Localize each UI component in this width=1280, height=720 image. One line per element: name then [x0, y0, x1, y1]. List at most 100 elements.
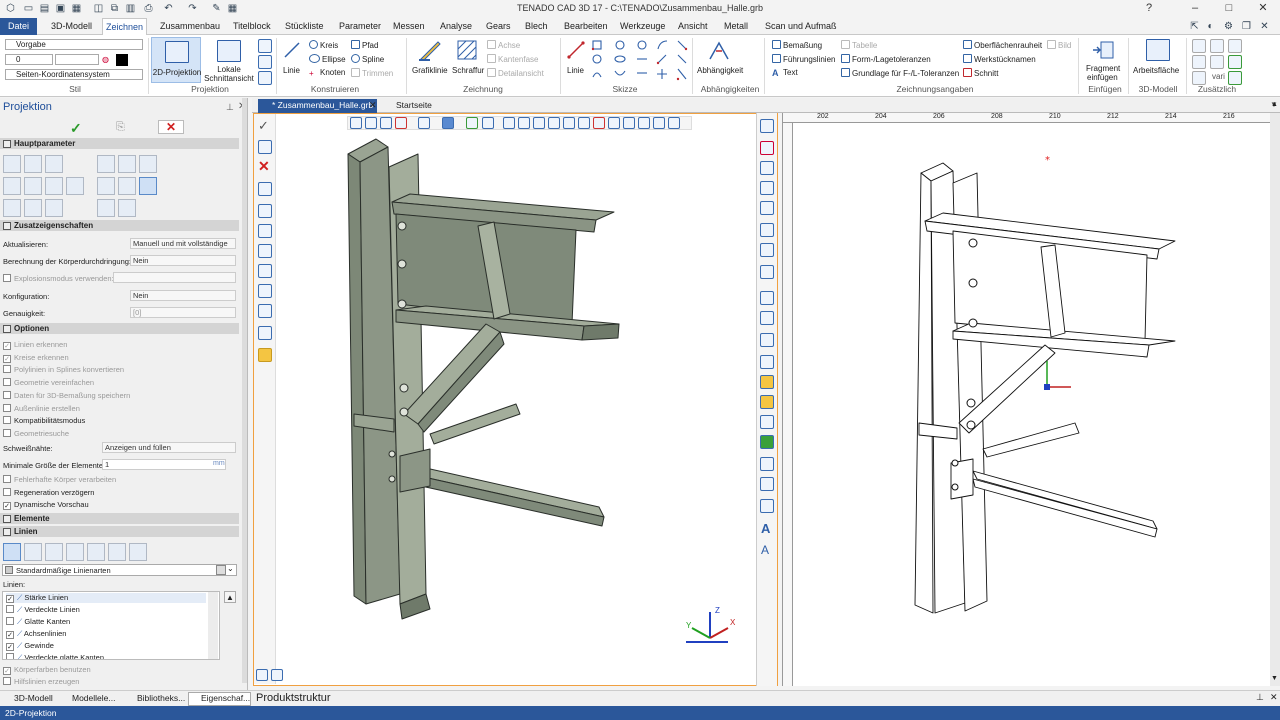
werkstuecknamen-button[interactable]: Werkstücknamen [963, 54, 1036, 64]
lines-tab-3-button[interactable] [45, 543, 63, 561]
proj-text-button[interactable] [139, 155, 157, 173]
view-back-button[interactable] [45, 177, 63, 195]
op-tool-7-icon[interactable] [258, 284, 272, 298]
extra-tool-7-icon[interactable] [1192, 71, 1206, 85]
pin-icon[interactable]: ⊥ [226, 102, 234, 113]
op-folder-icon[interactable] [258, 348, 272, 362]
proj-tool-1-icon[interactable] [258, 39, 272, 53]
doc-tab-zusammenbau[interactable]: * Zusammenbau_Halle.grb [258, 99, 378, 113]
prop-genauigkeit-input[interactable]: [0] [130, 307, 236, 318]
text-style-2-icon[interactable]: A [761, 543, 769, 557]
op-tool-1-icon[interactable] [258, 140, 272, 154]
tab-scan[interactable]: Scan und Aufmaß [762, 18, 840, 35]
spline-button[interactable]: Spline [351, 54, 384, 64]
view-top-button[interactable] [45, 155, 63, 173]
tab-analyse[interactable]: Analyse [437, 18, 475, 35]
lines-list[interactable]: ✓ ⟋ Stärke Linien ⟋ Verdeckte Linien ⟋ Glat… [2, 591, 220, 660]
linestyle-combo[interactable] [55, 54, 99, 65]
style-icon[interactable]: ◐ [1204, 20, 1217, 33]
viewport-3d[interactable]: ✓ ✕ Z X Y [253, 113, 778, 686]
close-button[interactable]: ✕ [1248, 0, 1278, 18]
view-tool-17-icon[interactable] [623, 117, 635, 129]
extra-tool-3-icon[interactable] [1228, 39, 1242, 53]
zoom-window-icon[interactable] [760, 181, 774, 195]
trimmen-button[interactable]: Trimmen [351, 68, 393, 78]
line-type-item[interactable]: ✓ ⟋ Achsenlinien [6, 629, 66, 639]
abhaengigkeit-button[interactable]: Abhängigkeit [697, 66, 743, 75]
extra-tool-4-icon[interactable] [1192, 55, 1206, 69]
line-type-item[interactable]: ⟋ Verdeckte Linien [6, 605, 80, 615]
fragment-button[interactable]: Fragment [1086, 64, 1120, 73]
prop-koerper-select[interactable]: Nein [130, 255, 236, 266]
option-checkbox[interactable]: Polylinien in Splines konvertieren [3, 365, 124, 374]
tab-blech[interactable]: Blech [522, 18, 551, 35]
bemassung-button[interactable]: Bemaßung [772, 40, 822, 50]
section-hauptparameter[interactable]: Hauptparameter [0, 138, 239, 149]
snap-tool-2-icon[interactable] [760, 223, 774, 237]
scroll-down-icon[interactable]: ▼ [1271, 675, 1278, 682]
option-checkbox[interactable]: Kompatibilitätsmodus [3, 416, 85, 425]
option-checkbox[interactable]: Geometrie vereinfachen [3, 378, 94, 387]
view-tool-19-icon[interactable] [653, 117, 665, 129]
view-tool-4-icon[interactable] [395, 117, 407, 129]
snap-tool-15-icon[interactable] [760, 499, 774, 513]
view-tool-9-icon[interactable] [503, 117, 515, 129]
section-linien[interactable]: Linien [0, 526, 239, 537]
snap-tool-11-icon[interactable] [760, 415, 774, 429]
zoom-icon[interactable] [760, 161, 774, 175]
option-checkbox[interactable]: Hilfslinien erzeugen [3, 677, 79, 686]
maximize-button[interactable]: □ [1214, 0, 1244, 18]
lines-tab-2-button[interactable] [24, 543, 42, 561]
snap-tool-3-icon[interactable] [760, 243, 774, 257]
tab-3d-modell-panel[interactable]: 3D-Modell [2, 693, 53, 703]
view-tool-16-icon[interactable] [608, 117, 620, 129]
snap-tool-5-icon[interactable] [760, 291, 774, 305]
doc-tab-startseite[interactable]: Startseite [382, 99, 436, 113]
projektion-2d-button[interactable]: 2D-Projektion [151, 37, 201, 83]
prop-aktualisieren-select[interactable]: Manuell und mit vollständige [130, 238, 236, 249]
snap-tool-4-icon[interactable] [760, 265, 774, 279]
view-bottom-button[interactable] [66, 177, 84, 195]
schnitt-button[interactable]: Schnitt [963, 68, 998, 78]
view-front-button[interactable] [24, 155, 42, 173]
zoom-all-icon[interactable] [760, 201, 774, 215]
view-iso3-button[interactable] [24, 199, 42, 217]
number-combo[interactable]: 0 [5, 54, 53, 65]
proj-option-3-button[interactable] [97, 199, 115, 217]
tab-messen[interactable]: Messen [390, 18, 428, 35]
tab-3d-modell[interactable]: 3D-Modell [48, 18, 95, 35]
view-tool-10-icon[interactable] [518, 117, 530, 129]
close-icon[interactable]: ✕ [1270, 692, 1278, 703]
option-checkbox[interactable]: ✓ Linien erkennen [3, 340, 67, 350]
linetypes-combo[interactable]: Standardmäßige Linienarten ⌄ [2, 564, 237, 576]
text-button[interactable]: A Text [772, 68, 798, 78]
linie-button[interactable]: Linie [283, 66, 300, 75]
proj-tool-3-icon[interactable] [258, 71, 272, 85]
view-tool-5-icon[interactable] [418, 117, 430, 129]
section-optionen[interactable]: Optionen [0, 323, 239, 334]
cancel-icon[interactable]: ✕ [158, 120, 184, 134]
section-zusatz[interactable]: Zusatzeigenschaften [0, 220, 239, 231]
vertical-scrollbar[interactable]: ▲ ▼ [1270, 101, 1280, 686]
tab-zeichnen[interactable]: Zeichnen [102, 18, 148, 36]
coords-combo[interactable]: Seiten-Koordinatensystem [5, 69, 143, 80]
snap-tool-10-icon[interactable] [760, 395, 774, 409]
pfad-button[interactable]: Pfad [351, 40, 378, 50]
pin-icon[interactable]: ⊥ [1256, 692, 1264, 703]
tab-metall[interactable]: Metall [721, 18, 751, 35]
color-swatch[interactable] [116, 54, 128, 66]
line-type-item[interactable]: ⟋ Glatte Kanten [6, 617, 70, 627]
lines-up-button[interactable]: ▲ [224, 591, 236, 603]
proj-option-1-button[interactable] [97, 177, 115, 195]
extra-tool-8-icon[interactable] [1228, 71, 1242, 85]
extra-tool-5-icon[interactable] [1210, 55, 1224, 69]
line-type-item[interactable]: ✓ ⟋ Gewinde [6, 641, 54, 651]
skizze-linie-button[interactable]: Linie [567, 66, 584, 75]
lines-tab-7-button[interactable] [129, 543, 147, 561]
extra-tool-2-icon[interactable] [1210, 39, 1224, 53]
tab-stueckliste[interactable]: Stückliste [282, 18, 327, 35]
option-checkbox[interactable]: Geometriesuche [3, 428, 69, 438]
color-icon[interactable]: ◍ [102, 55, 109, 64]
fuehrungslinien-button[interactable]: Führungslinien [772, 54, 835, 64]
help-icon[interactable]: ? [1134, 0, 1164, 18]
